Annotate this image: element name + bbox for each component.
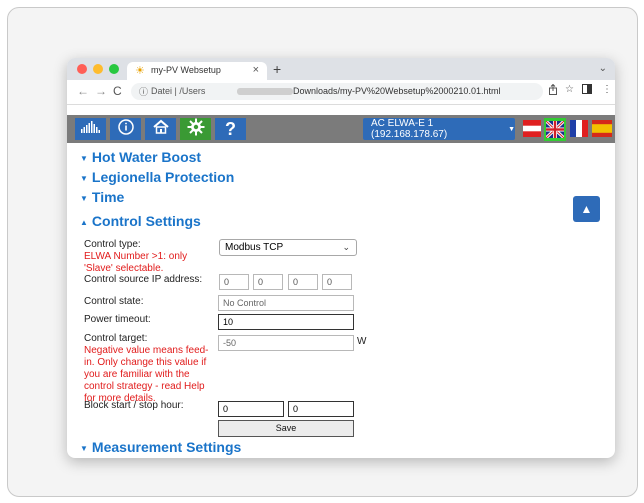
section-time[interactable]: ▼ Time	[80, 189, 124, 205]
section-title: Control Settings	[91, 213, 201, 229]
sidebar-icon[interactable]	[582, 84, 592, 97]
control-type-select[interactable]: Modbus TCP ⌄	[219, 239, 357, 256]
url-field[interactable]: ⓘ Datei | /Users Downloads/my-PV%20Webse…	[131, 83, 543, 100]
control-type-label: Control type:	[84, 239, 141, 250]
save-button[interactable]: Save	[218, 420, 354, 437]
nav-home-button[interactable]	[145, 118, 176, 140]
control-target-unit: W	[357, 336, 367, 347]
section-title: Time	[91, 189, 125, 205]
help-icon: ?	[225, 118, 236, 139]
url-prefix: Datei | /Users	[151, 86, 206, 96]
home-icon	[152, 119, 169, 140]
redacted-username	[237, 88, 293, 95]
maximize-window-button[interactable]	[109, 64, 119, 74]
chevron-down-icon: ▼	[80, 173, 88, 183]
section-title: Hot Water Boost	[91, 149, 202, 165]
ip-octet-3[interactable]: 0	[288, 274, 318, 290]
flag-uk-button[interactable]	[544, 118, 566, 141]
flag-france-button[interactable]	[570, 120, 588, 137]
bookmark-star-icon[interactable]: ☆	[565, 84, 574, 95]
control-target-label: Control target:	[84, 333, 148, 344]
site-info-icon[interactable]: ⓘ	[139, 85, 148, 98]
control-type-value: Modbus TCP	[225, 242, 284, 253]
close-window-button[interactable]	[77, 64, 87, 74]
browser-window: ☀ my-PV Websetup × + ⌄ ← → C ⓘ Datei | /…	[67, 58, 615, 458]
section-control-settings[interactable]: ▲ Control Settings	[80, 213, 201, 229]
block-stop-input[interactable]: 0	[288, 401, 354, 417]
gear-icon	[187, 118, 205, 141]
nav-info-button[interactable]	[110, 118, 141, 140]
chevron-down-icon: ▼	[80, 153, 88, 163]
block-start-input[interactable]: 0	[218, 401, 284, 417]
tab-close-icon[interactable]: ×	[253, 64, 259, 76]
block-hour-label: Block start / stop hour:	[84, 400, 184, 411]
control-target-field: -50	[218, 335, 354, 351]
scroll-to-top-button[interactable]: ▲	[573, 196, 600, 222]
ip-octet-2[interactable]: 0	[253, 274, 283, 290]
back-button[interactable]: ←	[77, 84, 89, 98]
tab-strip: ☀ my-PV Websetup × + ⌄	[67, 58, 615, 80]
url-path: Downloads/my-PV%20Websetup%2000210.01.ht…	[293, 86, 501, 96]
chevron-down-icon: ▼	[508, 125, 515, 133]
control-state-label: Control state:	[84, 296, 144, 307]
browser-menu-icon[interactable]: ⋮	[602, 84, 612, 95]
tab-menu-button[interactable]: ⌄	[599, 63, 607, 74]
section-title: Measurement Settings	[91, 439, 242, 455]
section-hot-water-boost[interactable]: ▼ Hot Water Boost	[80, 149, 201, 165]
share-icon[interactable]	[548, 83, 558, 98]
device-select[interactable]: AC ELWA-E 1 (192.168.178.67) ▼	[363, 118, 515, 140]
forward-button[interactable]: →	[95, 84, 107, 98]
chevron-down-icon: ▼	[80, 193, 88, 203]
address-bar: ← → C ⓘ Datei | /Users Downloads/my-PV%2…	[67, 80, 615, 105]
tab-title: my-PV Websetup	[151, 65, 221, 75]
new-tab-button[interactable]: +	[273, 61, 281, 77]
chevron-down-icon: ⌄	[342, 242, 350, 252]
nav-chart-button[interactable]	[75, 118, 106, 140]
section-title: Legionella Protection	[91, 169, 235, 185]
section-measurement-settings[interactable]: ▼ Measurement Settings	[80, 439, 241, 455]
flag-spain-button[interactable]	[592, 120, 612, 137]
app-header: ? AC ELWA-E 1 (192.168.178.67) ▼	[67, 115, 615, 143]
power-timeout-label: Power timeout:	[84, 314, 151, 325]
control-source-ip-label: Control source IP address:	[84, 274, 203, 285]
ip-octet-1[interactable]: 0	[219, 274, 249, 290]
control-state-field: No Control	[218, 295, 354, 311]
nav-settings-button[interactable]	[180, 118, 211, 140]
reload-button[interactable]: C	[113, 84, 122, 98]
control-type-hint: ELWA Number >1: only 'Slave' selectable.	[84, 251, 188, 274]
chevron-up-icon: ▲	[80, 217, 88, 227]
chevron-down-icon: ▼	[80, 443, 88, 453]
device-select-label: AC ELWA-E 1 (192.168.178.67)	[371, 118, 448, 140]
section-legionella-protection[interactable]: ▼ Legionella Protection	[80, 169, 234, 185]
chart-icon	[80, 120, 102, 139]
control-target-hint: Negative value means feed-in. Only chang…	[84, 345, 209, 404]
arrow-up-icon: ▲	[580, 202, 593, 216]
browser-tab[interactable]: ☀ my-PV Websetup ×	[127, 62, 267, 80]
favicon-icon: ☀	[135, 65, 145, 77]
minimize-window-button[interactable]	[93, 64, 103, 74]
screenshot-frame: ☀ my-PV Websetup × + ⌄ ← → C ⓘ Datei | /…	[7, 7, 638, 497]
flag-austria-button[interactable]	[523, 120, 541, 137]
nav-help-button[interactable]: ?	[215, 118, 246, 140]
power-timeout-input[interactable]: 10	[218, 314, 354, 330]
info-icon	[117, 118, 134, 140]
ip-octet-4[interactable]: 0	[322, 274, 352, 290]
